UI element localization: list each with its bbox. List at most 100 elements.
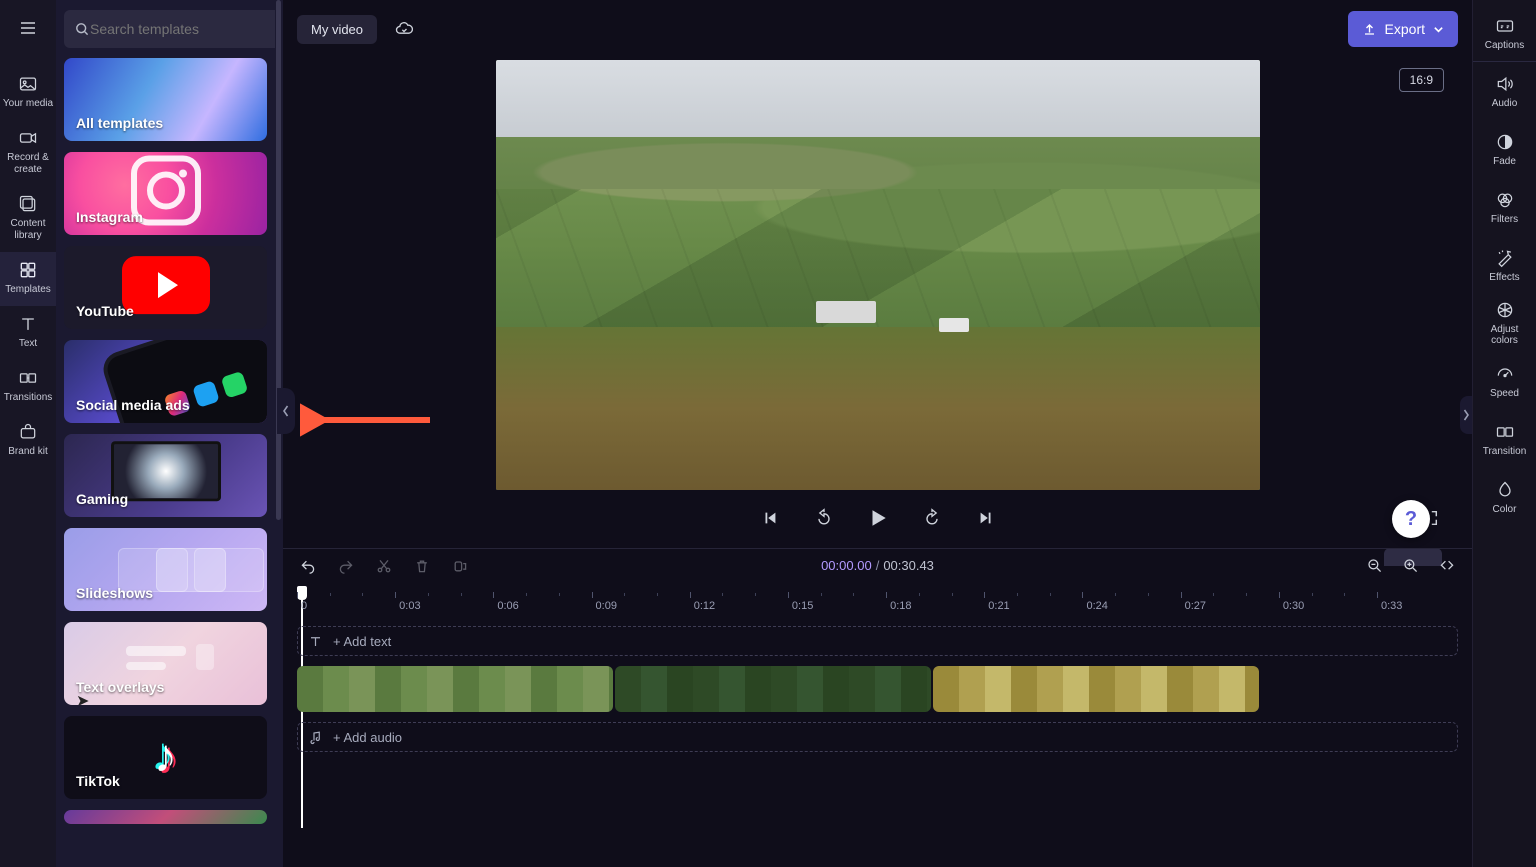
rail-transition[interactable]: Transition	[1473, 410, 1536, 468]
timeline-toolbar: 00:00.00/00:30.43	[283, 548, 1472, 582]
template-card-social-media-ads[interactable]: Social media ads	[64, 340, 267, 423]
export-label: Export	[1385, 21, 1425, 37]
rail-color[interactable]: Color	[1473, 468, 1536, 526]
skip-end-button[interactable]	[972, 504, 1000, 532]
rail-fade[interactable]: Fade	[1473, 120, 1536, 178]
total-time: 00:30.43	[883, 558, 934, 573]
card-label: Gaming	[76, 491, 128, 507]
rail-label: Audio	[1492, 98, 1518, 109]
project-title[interactable]: My video	[297, 15, 377, 44]
current-time: 00:00.00	[821, 558, 872, 573]
add-text-track[interactable]: + Add text	[297, 626, 1458, 656]
template-card-text-overlays[interactable]: ➤Text overlays	[64, 622, 267, 705]
collapse-panel-button[interactable]	[277, 388, 295, 434]
ruler-tick: 0	[301, 600, 307, 612]
search-box[interactable]	[64, 10, 275, 48]
ruler-tick: 0:06	[497, 600, 518, 612]
template-card-instagram[interactable]: Instagram	[64, 152, 267, 235]
card-label: All templates	[76, 115, 163, 131]
rail-captions[interactable]: Captions	[1473, 6, 1536, 62]
rail-adjust-colors[interactable]: Adjustcolors	[1473, 294, 1536, 352]
play-button[interactable]	[864, 504, 892, 532]
chevron-right-icon	[1461, 408, 1471, 422]
aspect-ratio-button[interactable]: 16:9	[1399, 68, 1444, 92]
cut-button[interactable]	[373, 555, 395, 577]
search-input[interactable]	[90, 21, 271, 37]
nav-brand-kit[interactable]: Brand kit	[0, 414, 56, 468]
template-card-all[interactable]: All templates	[64, 58, 267, 141]
ruler-tick: 0:33	[1381, 600, 1402, 612]
card-label: TikTok	[76, 773, 120, 789]
text-icon	[308, 634, 323, 649]
chevron-down-icon	[1433, 24, 1444, 35]
upload-icon	[1362, 22, 1377, 37]
rail-label: Speed	[1490, 388, 1519, 399]
nav-content-library[interactable]: Contentlibrary	[0, 186, 56, 252]
export-button[interactable]: Export	[1348, 11, 1458, 47]
nav-label: Text	[19, 338, 37, 350]
rewind-button[interactable]	[810, 504, 838, 532]
template-card-youtube[interactable]: YouTube	[64, 246, 267, 329]
ruler-tick: 0:15	[792, 600, 813, 612]
nav-label: Brand kit	[8, 446, 47, 458]
rail-audio[interactable]: Audio	[1473, 62, 1536, 120]
rail-label: Effects	[1489, 272, 1519, 283]
redo-button[interactable]	[335, 555, 357, 577]
fit-timeline-button[interactable]	[1436, 555, 1458, 577]
ruler-tick: 0:03	[399, 600, 420, 612]
chevron-left-icon	[281, 404, 291, 418]
rail-label: Captions	[1485, 40, 1524, 51]
viewer-area: 16:9 ?	[283, 58, 1472, 548]
search-icon	[74, 21, 90, 37]
zoom-in-button[interactable]	[1400, 555, 1422, 577]
nav-your-media[interactable]: Your media	[0, 66, 56, 120]
add-audio-label: + Add audio	[333, 730, 402, 745]
playback-controls	[283, 504, 1472, 532]
ruler-tick: 0:09	[596, 600, 617, 612]
card-label: Slideshows	[76, 585, 153, 601]
video-clip-1[interactable]	[297, 666, 613, 712]
add-audio-track[interactable]: + Add audio	[297, 722, 1458, 752]
nav-label: Transitions	[4, 392, 53, 404]
template-card-slideshows[interactable]: Slideshows	[64, 528, 267, 611]
nav-templates[interactable]: Templates	[0, 252, 56, 306]
rail-effects[interactable]: Effects	[1473, 236, 1536, 294]
collapse-right-rail-button[interactable]	[1460, 396, 1472, 434]
music-note-icon	[308, 730, 323, 745]
undo-button[interactable]	[297, 555, 319, 577]
split-button[interactable]	[449, 555, 471, 577]
skip-start-button[interactable]	[756, 504, 784, 532]
ruler-tick: 0:12	[694, 600, 715, 612]
templates-panel: All templates Instagram YouTube Social medi…	[56, 0, 283, 867]
zoom-out-button[interactable]	[1364, 555, 1386, 577]
delete-button[interactable]	[411, 555, 433, 577]
template-card-tiktok[interactable]: ♪TikTok	[64, 716, 267, 799]
tracks-area: + Add text + Add audio	[297, 626, 1458, 853]
add-text-label: + Add text	[333, 634, 391, 649]
nav-text[interactable]: Text	[0, 306, 56, 360]
template-card-gaming[interactable]: Gaming	[64, 434, 267, 517]
nav-record-create[interactable]: Record &create	[0, 120, 56, 186]
rail-label: Filters	[1491, 214, 1518, 225]
left-nav: Your mediaRecord &createContentlibraryTe…	[0, 0, 56, 867]
help-button[interactable]: ?	[1392, 500, 1430, 538]
rail-speed[interactable]: Speed	[1473, 352, 1536, 410]
hamburger-menu[interactable]	[8, 8, 48, 48]
video-clip-2[interactable]	[615, 666, 931, 712]
timeline-ruler[interactable]: 00:030:060:090:120:150:180:210:240:270:3…	[297, 582, 1458, 612]
video-preview[interactable]	[496, 60, 1260, 490]
card-label: Text overlays	[76, 679, 164, 695]
nav-transitions[interactable]: Transitions	[0, 360, 56, 414]
template-card-more[interactable]	[64, 810, 267, 824]
rail-filters[interactable]: Filters	[1473, 178, 1536, 236]
rail-label: Transition	[1483, 446, 1527, 457]
ruler-tick: 0:30	[1283, 600, 1304, 612]
card-label: Instagram	[76, 209, 143, 225]
video-clip-3[interactable]	[933, 666, 1259, 712]
nav-label: Record &create	[7, 152, 49, 176]
forward-button[interactable]	[918, 504, 946, 532]
video-track[interactable]	[297, 666, 1458, 712]
cloud-sync-icon[interactable]	[391, 16, 417, 42]
card-label: YouTube	[76, 303, 134, 319]
right-rail: Captions Audio Fade Filters Effects Adjustcol…	[1472, 0, 1536, 867]
